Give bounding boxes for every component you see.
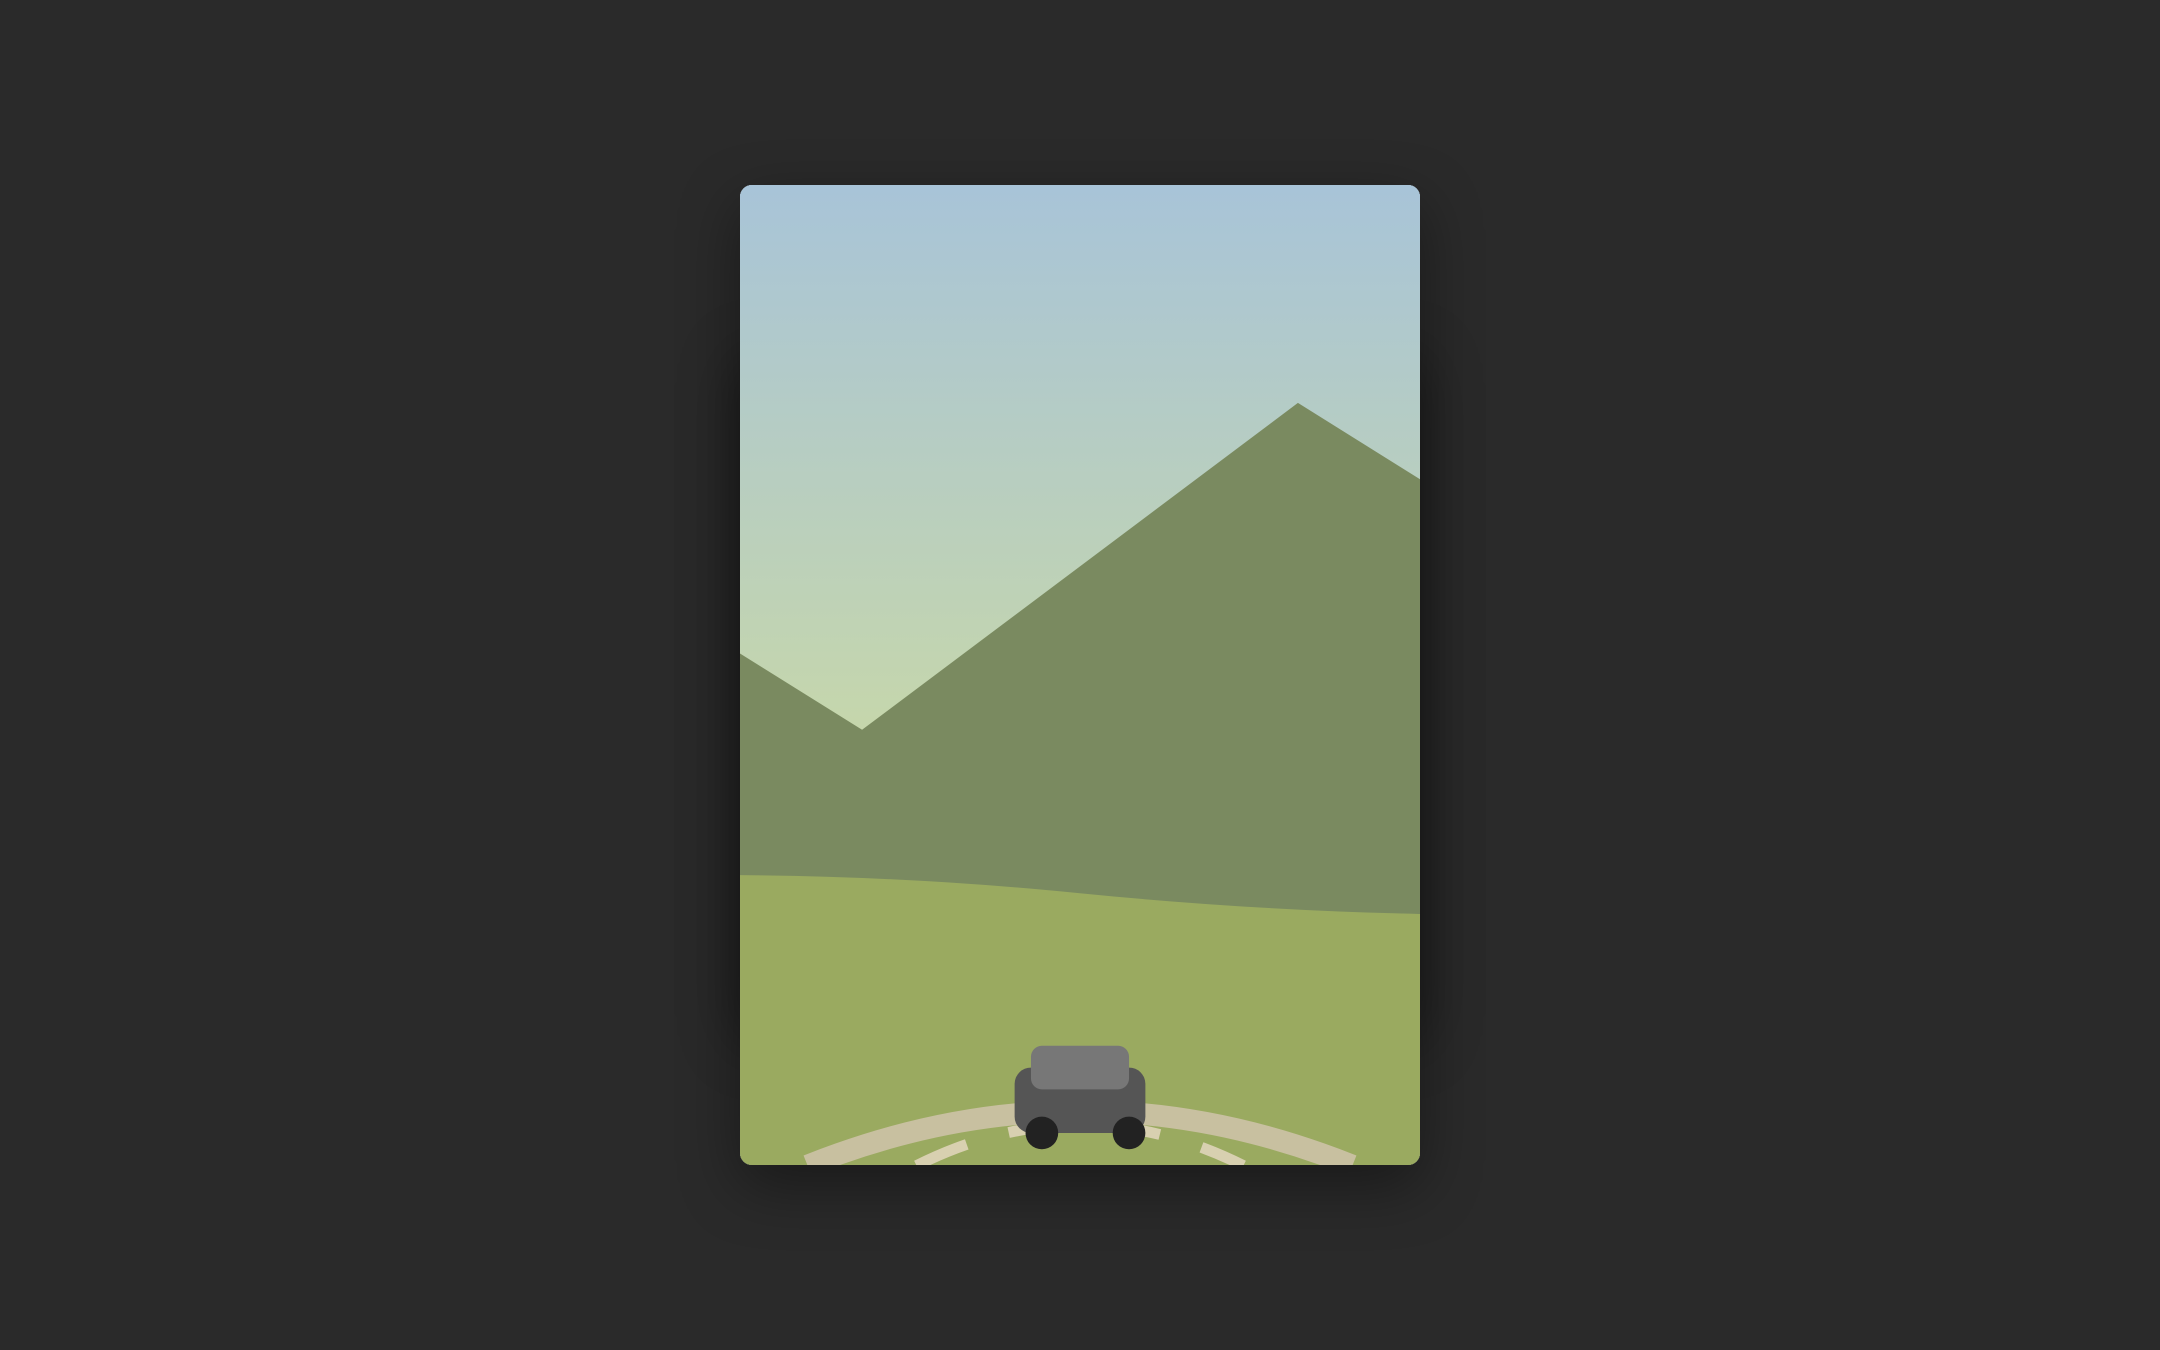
main-content: Sophie Moore Lorem ipsum dolor amet lore…: [740, 249, 1420, 1166]
article-body: The allure of off-the-beaten-path travel…: [940, 509, 1420, 1166]
article-image: [964, 692, 1396, 872]
browser-window-1: Journal X Home About Blog Pages Cart (0)…: [740, 185, 1420, 1166]
article-area: ✕ Travel Jan 30, 2025 Unveiling hidden g…: [940, 249, 1420, 1166]
